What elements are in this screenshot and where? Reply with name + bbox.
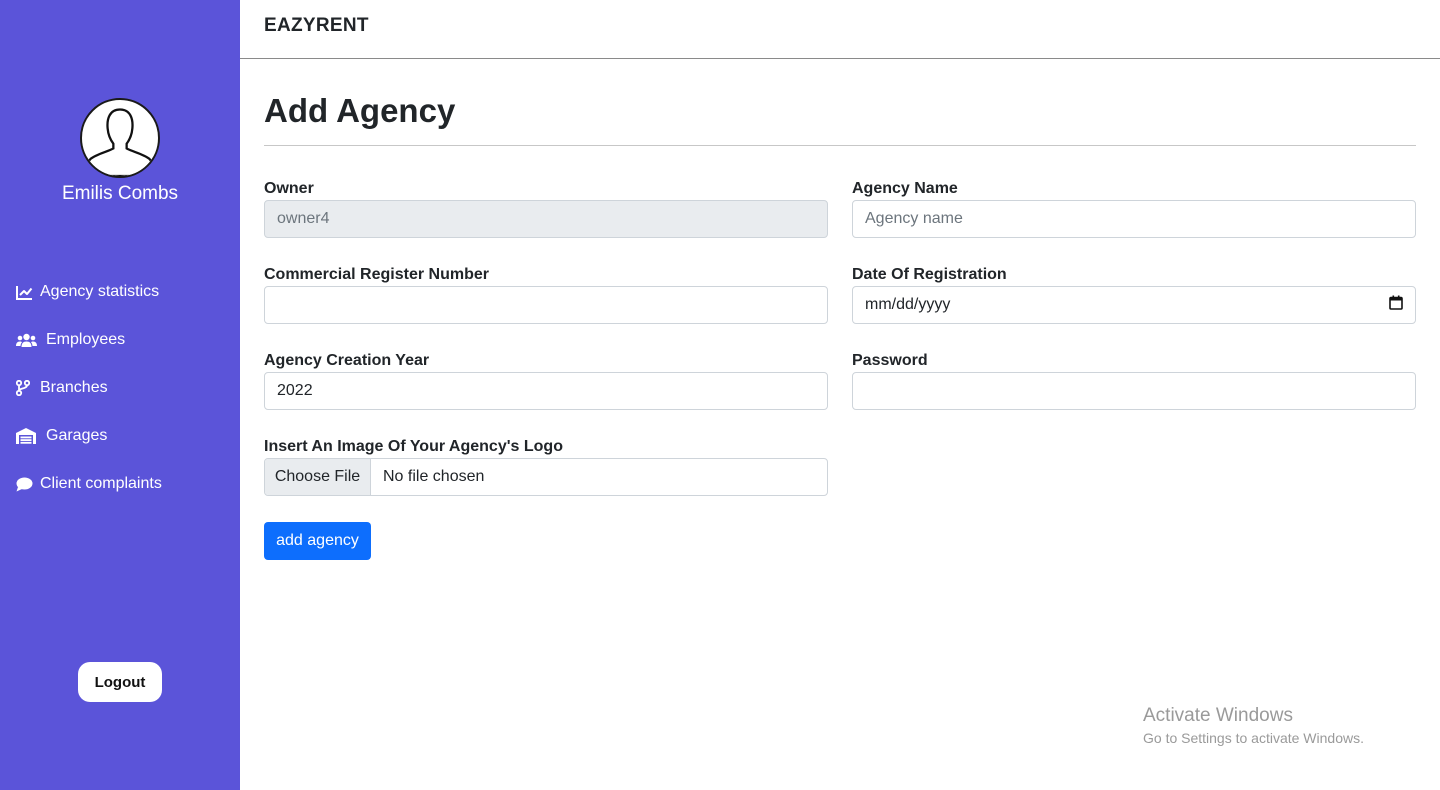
add-agency-button[interactable]: add agency [264, 522, 371, 560]
creation-year-input[interactable] [264, 372, 828, 410]
register-number-input[interactable] [264, 286, 828, 324]
top-navbar: EAZYRENT [240, 0, 1440, 59]
register-number-field-group: Commercial Register Number [264, 266, 828, 324]
line-chart-icon [16, 283, 38, 301]
registration-date-label: Date Of Registration [852, 266, 1007, 283]
activate-windows-watermark: Activate Windows Go to Settings to activ… [1143, 705, 1364, 746]
sidebar-nav: Agency statistics Employees Branches Gar… [0, 280, 240, 520]
agency-name-input[interactable] [852, 200, 1416, 238]
user-silhouette-icon [85, 108, 155, 176]
register-number-label: Commercial Register Number [264, 266, 489, 283]
logo-label: Insert An Image Of Your Agency's Logo [264, 438, 563, 455]
sidebar-item-label: Branches [40, 379, 108, 396]
page-title: Add Agency [264, 92, 456, 129]
password-input[interactable] [852, 372, 1416, 410]
sidebar-item-label: Agency statistics [40, 283, 160, 300]
sidebar-item-label: Employees [46, 331, 126, 348]
owner-field-group: Owner [264, 180, 828, 238]
registration-date-field-group: Date Of Registration mm/dd/yyyy [852, 266, 1416, 324]
logo-file-input[interactable]: Choose File No file chosen [264, 458, 828, 496]
sidebar-item-client-complaints[interactable]: Client complaints [0, 472, 240, 496]
owner-input[interactable] [264, 200, 828, 238]
users-icon [16, 331, 44, 349]
brand-logo[interactable]: EAZYRENT [264, 15, 369, 37]
choose-file-button[interactable]: Choose File [265, 459, 371, 495]
sidebar-item-agency-statistics[interactable]: Agency statistics [0, 280, 240, 304]
watermark-subtitle: Go to Settings to activate Windows. [1143, 730, 1364, 746]
user-name: Emilis Combs [61, 183, 179, 204]
creation-year-field-group: Agency Creation Year [264, 352, 828, 410]
sidebar-item-label: Garages [46, 427, 108, 444]
warehouse-icon [16, 427, 44, 445]
sidebar-item-label: Client complaints [40, 475, 162, 492]
date-value: mm/dd/yyyy [865, 296, 951, 313]
password-field-group: Password [852, 352, 1416, 410]
comment-icon [16, 475, 38, 493]
agency-name-label: Agency Name [852, 180, 958, 197]
calendar-icon[interactable] [1389, 295, 1403, 315]
creation-year-label: Agency Creation Year [264, 352, 430, 369]
avatar [80, 98, 160, 178]
registration-date-input[interactable]: mm/dd/yyyy [852, 286, 1416, 324]
agency-name-field-group: Agency Name [852, 180, 1416, 238]
title-divider [264, 145, 1416, 146]
sidebar: Emilis Combs Agency statistics Employees… [0, 0, 240, 790]
logout-button[interactable]: Logout [78, 662, 162, 702]
logo-field-group: Insert An Image Of Your Agency's Logo Ch… [264, 438, 828, 496]
sidebar-item-employees[interactable]: Employees [0, 328, 240, 352]
sidebar-item-branches[interactable]: Branches [0, 376, 240, 400]
watermark-title: Activate Windows [1143, 705, 1293, 726]
file-status: No file chosen [383, 468, 485, 485]
code-branch-icon [16, 379, 38, 397]
password-label: Password [852, 352, 928, 369]
sidebar-item-garages[interactable]: Garages [0, 424, 240, 448]
owner-label: Owner [264, 180, 314, 197]
